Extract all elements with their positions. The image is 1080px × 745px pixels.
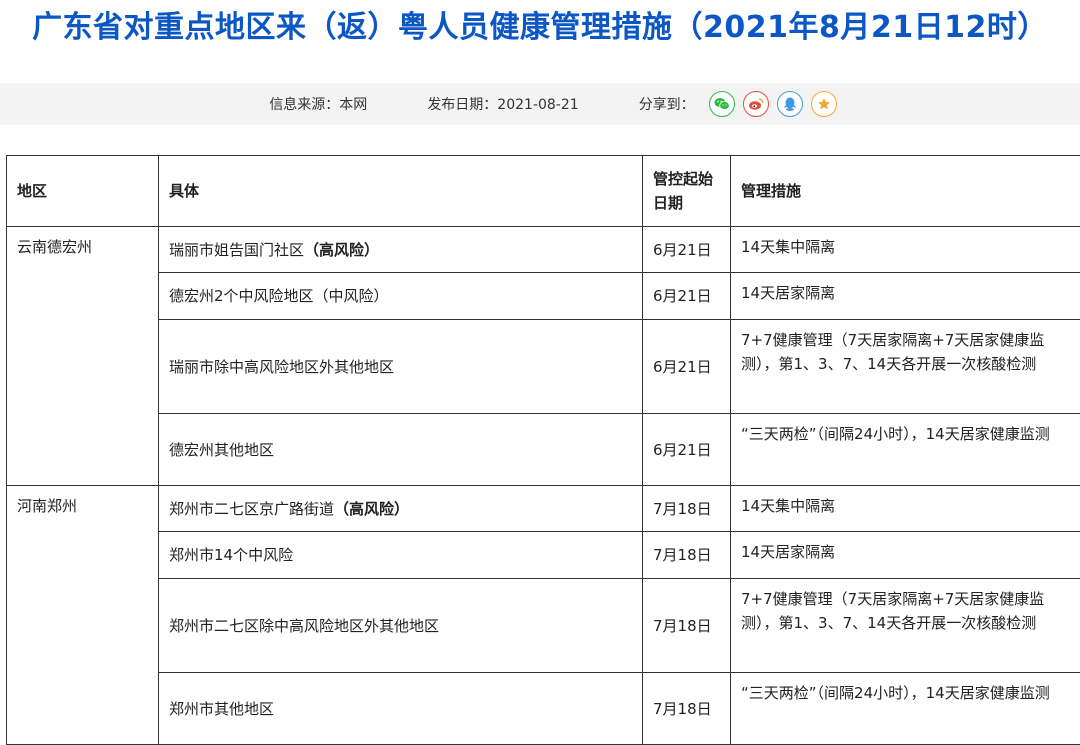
measure-cell: “三天两检”（间隔24小时），14天居家健康监测 (731, 414, 1080, 486)
header-start-date: 管控起始日期 (643, 156, 731, 227)
share-qq-button[interactable] (777, 91, 803, 117)
specific-cell: 德宏州2个中风险地区（中风险） (159, 273, 643, 320)
share-favorite-button[interactable] (811, 91, 837, 117)
risk-highlight: （高风险） (304, 241, 379, 259)
date-cell: 7月18日 (643, 673, 731, 745)
table-row: 云南德宏州 瑞丽市姐告国门社区（高风险） 6月21日 14天集中隔离 (7, 227, 1080, 273)
measure-cell: 7+7健康管理（7天居家隔离+7天居家健康监测），第1、3、7、14天各开展一次… (731, 579, 1080, 673)
header-region: 地区 (7, 156, 159, 227)
specific-text: 瑞丽市除中高风险地区外其他地区 (169, 358, 394, 376)
measures-table-wrap: 地区 具体 管控起始日期 管理措施 云南德宏州 瑞丽市姐告国门社区（高风险） 6… (6, 155, 1080, 745)
specific-text: 郑州市二七区除中高风险地区外其他地区 (169, 617, 439, 635)
header-measures: 管理措施 (731, 156, 1080, 227)
specific-cell: 瑞丽市姐告国门社区（高风险） (159, 227, 643, 273)
date-cell: 7月18日 (643, 486, 731, 532)
date-cell: 7月18日 (643, 579, 731, 673)
specific-text: 德宏州2个中风险地区（中风险） (169, 287, 389, 305)
share-wechat-button[interactable] (709, 91, 735, 117)
specific-cell: 瑞丽市除中高风险地区外其他地区 (159, 320, 643, 414)
measure-cell: 14天居家隔离 (731, 532, 1080, 579)
table-row: 德宏州2个中风险地区（中风险） 6月21日 14天居家隔离 (7, 273, 1080, 320)
specific-text: 德宏州其他地区 (169, 441, 274, 459)
measure-cell: 14天集中隔离 (731, 227, 1080, 273)
region-cell: 云南德宏州 (7, 227, 159, 486)
qq-icon (783, 96, 797, 112)
date-cell: 6月21日 (643, 227, 731, 273)
info-bar: 信息来源：本网 发布日期：2021-08-21 分享到： (0, 83, 1080, 125)
measure-cell: 14天集中隔离 (731, 486, 1080, 532)
weibo-icon (748, 97, 764, 111)
table-row: 郑州市14个中风险 7月18日 14天居家隔离 (7, 532, 1080, 579)
share-label: 分享到： (639, 94, 695, 114)
table-row: 德宏州其他地区 6月21日 “三天两检”（间隔24小时），14天居家健康监测 (7, 414, 1080, 486)
date-cell: 6月21日 (643, 414, 731, 486)
measure-cell: “三天两检”（间隔24小时），14天居家健康监测 (731, 673, 1080, 745)
measure-cell: 7+7健康管理（7天居家隔离+7天居家健康监测），第1、3、7、14天各开展一次… (731, 320, 1080, 414)
table-row: 郑州市其他地区 7月18日 “三天两检”（间隔24小时），14天居家健康监测 (7, 673, 1080, 745)
date-cell: 6月21日 (643, 320, 731, 414)
date-cell: 7月18日 (643, 532, 731, 579)
specific-cell: 郑州市其他地区 (159, 673, 643, 745)
specific-cell: 郑州市二七区京广路街道（高风险） (159, 486, 643, 532)
table-row: 河南郑州 郑州市二七区京广路街道（高风险） 7月18日 14天集中隔离 (7, 486, 1080, 532)
specific-cell: 郑州市14个中风险 (159, 532, 643, 579)
table-header-row: 地区 具体 管控起始日期 管理措施 (7, 156, 1080, 227)
share-weibo-button[interactable] (743, 91, 769, 117)
risk-highlight: （高风险） (334, 500, 409, 518)
date-cell: 6月21日 (643, 273, 731, 320)
specific-text: 郑州市其他地区 (169, 700, 274, 718)
header-specific: 具体 (159, 156, 643, 227)
table-row: 瑞丽市除中高风险地区外其他地区 6月21日 7+7健康管理（7天居家隔离+7天居… (7, 320, 1080, 414)
wechat-icon (714, 97, 730, 111)
table-row: 郑州市二七区除中高风险地区外其他地区 7月18日 7+7健康管理（7天居家隔离+… (7, 579, 1080, 673)
star-icon (817, 97, 831, 111)
page-title: 广东省对重点地区来（返）粤人员健康管理措施（2021年8月21日12时） (0, 2, 1080, 46)
specific-cell: 郑州市二七区除中高风险地区外其他地区 (159, 579, 643, 673)
specific-text: 郑州市二七区京广路街道 (169, 500, 334, 518)
specific-text: 瑞丽市姐告国门社区 (169, 241, 304, 259)
specific-cell: 德宏州其他地区 (159, 414, 643, 486)
share-bar: 分享到： (639, 91, 841, 117)
region-cell: 河南郑州 (7, 486, 159, 745)
publish-date: 发布日期：2021-08-21 (427, 94, 578, 114)
info-source: 信息来源：本网 (269, 94, 367, 114)
measures-table: 地区 具体 管控起始日期 管理措施 云南德宏州 瑞丽市姐告国门社区（高风险） 6… (6, 155, 1080, 745)
specific-text: 郑州市14个中风险 (169, 546, 293, 564)
measure-cell: 14天居家隔离 (731, 273, 1080, 320)
